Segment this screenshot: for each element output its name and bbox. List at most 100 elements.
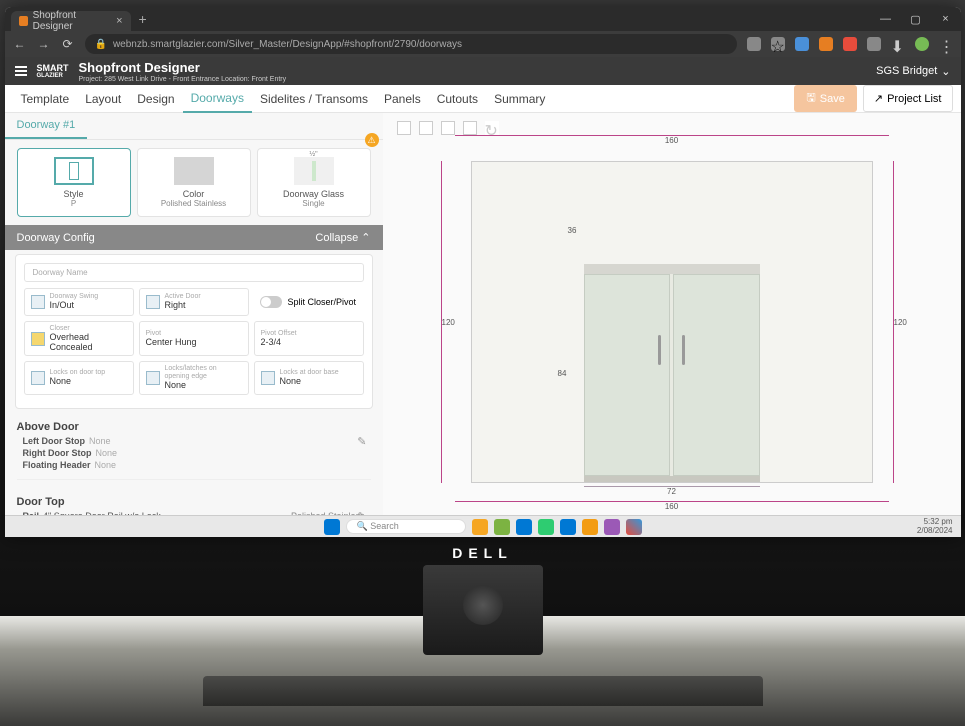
locks-edge-icon [146,371,160,385]
extension-icon-2[interactable] [819,37,833,51]
taskbar-app-3[interactable] [516,519,532,535]
extension-icon-3[interactable] [843,37,857,51]
doorway-name-input[interactable]: Doorway Name [24,263,364,282]
pivot-offset-value: 2-3/4 [261,338,297,348]
start-button[interactable] [324,519,340,535]
door-top-section-title: Door Top [5,488,383,510]
extension-icon-1[interactable] [795,37,809,51]
tab-close-icon[interactable]: × [116,15,122,27]
tab-doorways[interactable]: Doorways [183,85,252,113]
warning-badge[interactable]: ⚠ [365,133,379,147]
taskbar-app-1[interactable] [472,519,488,535]
taskbar-app-2[interactable] [494,519,510,535]
taskbar-app-5[interactable] [560,519,576,535]
pivot-select[interactable]: PivotCenter Hung [139,321,249,356]
locks-edge-select[interactable]: Locks/latches on opening edgeNone [139,361,249,394]
address-bar[interactable]: 🔒 webnzb.smartglazier.com/Silver_Master/… [85,34,737,54]
doorway-tab-1[interactable]: Doorway #1 [5,113,88,139]
translate-icon[interactable] [747,37,761,51]
left-stop-label: Left Door Stop [23,436,86,446]
user-menu[interactable]: SGS Bridget ⌄ [876,65,950,78]
browser-menu-icon[interactable]: ⋮ [939,37,953,51]
monitor-brand: DELL [452,545,513,561]
swing-icon [31,295,45,309]
doorway-swing-select[interactable]: Doorway SwingIn/Out [24,288,134,316]
taskbar-app-6[interactable] [582,519,598,535]
save-icon: 🖫 [806,89,815,108]
doorway-config-header[interactable]: Doorway Config Collapse ⌃ [5,225,383,250]
dim-bot-value: 160 [665,502,678,511]
tab-layout[interactable]: Layout [77,85,129,113]
tab-cutouts[interactable]: Cutouts [429,85,486,113]
nav-forward-button[interactable]: → [37,37,51,51]
project-list-button[interactable]: ↗ Project List [863,85,953,112]
locks-edge-value: None [165,381,242,391]
chevron-up-icon: ⌃ [361,232,370,244]
glass-card-value: Single [302,199,324,208]
window-maximize-button[interactable]: ▢ [901,7,931,31]
external-link-icon: ↗ [874,92,883,105]
glass-dim: ½" [309,151,317,158]
closer-select[interactable]: CloserOverhead Concealed [24,321,134,356]
taskbar-app-4[interactable] [538,519,554,535]
tab-favicon [19,16,28,26]
browser-tab[interactable]: Shopfront Designer × [11,11,131,31]
glass-card[interactable]: ½" Doorway Glass Single [257,148,371,217]
nav-refresh-button[interactable]: ⟳ [61,37,75,51]
tab-template[interactable]: Template [13,85,78,113]
door-assembly[interactable]: 72 [584,264,760,482]
save-button[interactable]: 🖫 Save [794,85,856,112]
active-door-select[interactable]: Active DoorRight [139,288,249,316]
app-title: Shopfront Designer [79,60,287,75]
taskbar-app-7[interactable] [604,519,620,535]
dim-36-value: 36 [568,226,577,235]
hamburger-menu-icon[interactable] [15,66,27,76]
door-sill [584,476,760,482]
pivot-offset-select[interactable]: Pivot Offset2-3/4 [254,321,364,356]
handle-right [682,335,685,365]
tab-panels[interactable]: Panels [376,85,429,113]
extensions-menu-icon[interactable] [867,37,881,51]
window-close-button[interactable]: × [931,7,961,31]
tab-summary[interactable]: Summary [486,85,553,113]
door-leaf-right[interactable] [673,274,759,476]
app-subtitle: Project: 285 West Link Drive - Front Ent… [79,76,287,83]
new-tab-button[interactable]: + [139,11,147,27]
nav-back-button[interactable]: ← [13,37,27,51]
profile-avatar[interactable] [915,37,929,51]
locks-base-select[interactable]: Locks at door baseNone [254,361,364,394]
tab-design[interactable]: Design [129,85,182,113]
taskbar-search[interactable]: 🔍 Search [346,519,466,534]
closer-icon [31,332,45,346]
tool-2[interactable] [419,121,433,135]
locks-top-value: None [50,377,106,387]
locks-top-icon [31,371,45,385]
save-label: Save [820,93,845,105]
lock-icon: 🔒 [95,39,107,50]
door-leaf-left[interactable] [584,274,670,476]
split-closer-toggle[interactable] [260,296,282,308]
bookmark-icon[interactable]: ☆ [771,37,785,51]
collapse-label: Collapse [315,232,358,244]
style-card[interactable]: Style P [17,148,131,217]
url-text: webnzb.smartglazier.com/Silver_Master/De… [113,39,462,50]
taskbar-app-8[interactable] [626,519,642,535]
canvas-viewport[interactable]: ↻ 160 160 120 120 36 84 72 [383,113,961,537]
door-header [584,264,760,274]
tab-sidelites[interactable]: Sidelites / Transoms [252,85,376,113]
window-minimize-button[interactable]: — [871,7,901,31]
closer-value: Overhead Concealed [50,333,127,353]
locks-top-select[interactable]: Locks on door topNone [24,361,134,394]
download-icon[interactable]: ⬇ [891,37,905,51]
above-door-edit-button[interactable]: ✎ [357,435,366,448]
chevron-down-icon: ⌄ [941,65,950,78]
color-card[interactable]: Color Polished Stainless [137,148,251,217]
active-door-value: Right [165,301,201,311]
taskbar-clock[interactable]: 5:32 pm 2/08/2024 [917,518,953,536]
left-stop-value: None [89,436,111,446]
tool-3[interactable] [441,121,455,135]
tool-1[interactable] [397,121,411,135]
tool-4[interactable] [463,121,477,135]
dim-84-value: 84 [558,264,567,482]
tool-reset[interactable]: ↻ [485,121,499,135]
